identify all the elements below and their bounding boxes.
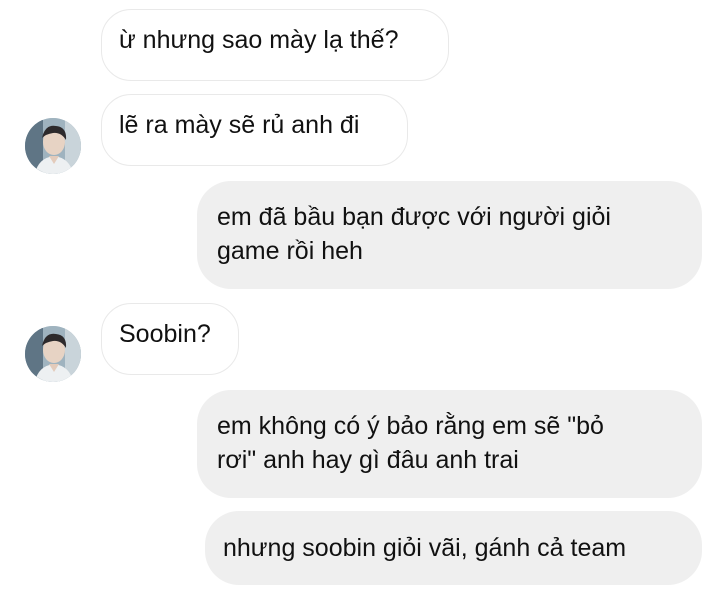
message-text: ừ nhưng sao mày lạ thế?	[119, 26, 399, 54]
message-bubble[interactable]: Soobin?	[101, 303, 239, 375]
message-text-line: game rồi heh	[217, 237, 363, 265]
message-bubble[interactable]: em đã bầu bạn được với người giỏi game r…	[197, 181, 702, 289]
message-text-line: em không có ý bảo rằng em sẽ "bỏ	[217, 412, 604, 440]
contact-avatar[interactable]	[25, 326, 81, 382]
contact-avatar[interactable]	[25, 118, 81, 174]
message-text: Soobin?	[119, 320, 211, 348]
message-bubble[interactable]: em không có ý bảo rằng em sẽ "bỏ rơi" an…	[197, 390, 702, 498]
message-text-line: em đã bầu bạn được với người giỏi	[217, 203, 611, 231]
message-bubble[interactable]: lẽ ra mày sẽ rủ anh đi	[101, 94, 408, 166]
message-text-line: rơi" anh hay gì đâu anh trai	[217, 446, 519, 474]
message-bubble[interactable]: ừ nhưng sao mày lạ thế?	[101, 9, 449, 81]
avatar-photo-icon	[25, 118, 81, 174]
message-text: nhưng soobin giỏi vãi, gánh cả team	[223, 534, 627, 562]
avatar-photo-icon	[25, 326, 81, 382]
message-bubble[interactable]: nhưng soobin giỏi vãi, gánh cả team	[205, 511, 702, 585]
message-text: lẽ ra mày sẽ rủ anh đi	[119, 111, 360, 139]
